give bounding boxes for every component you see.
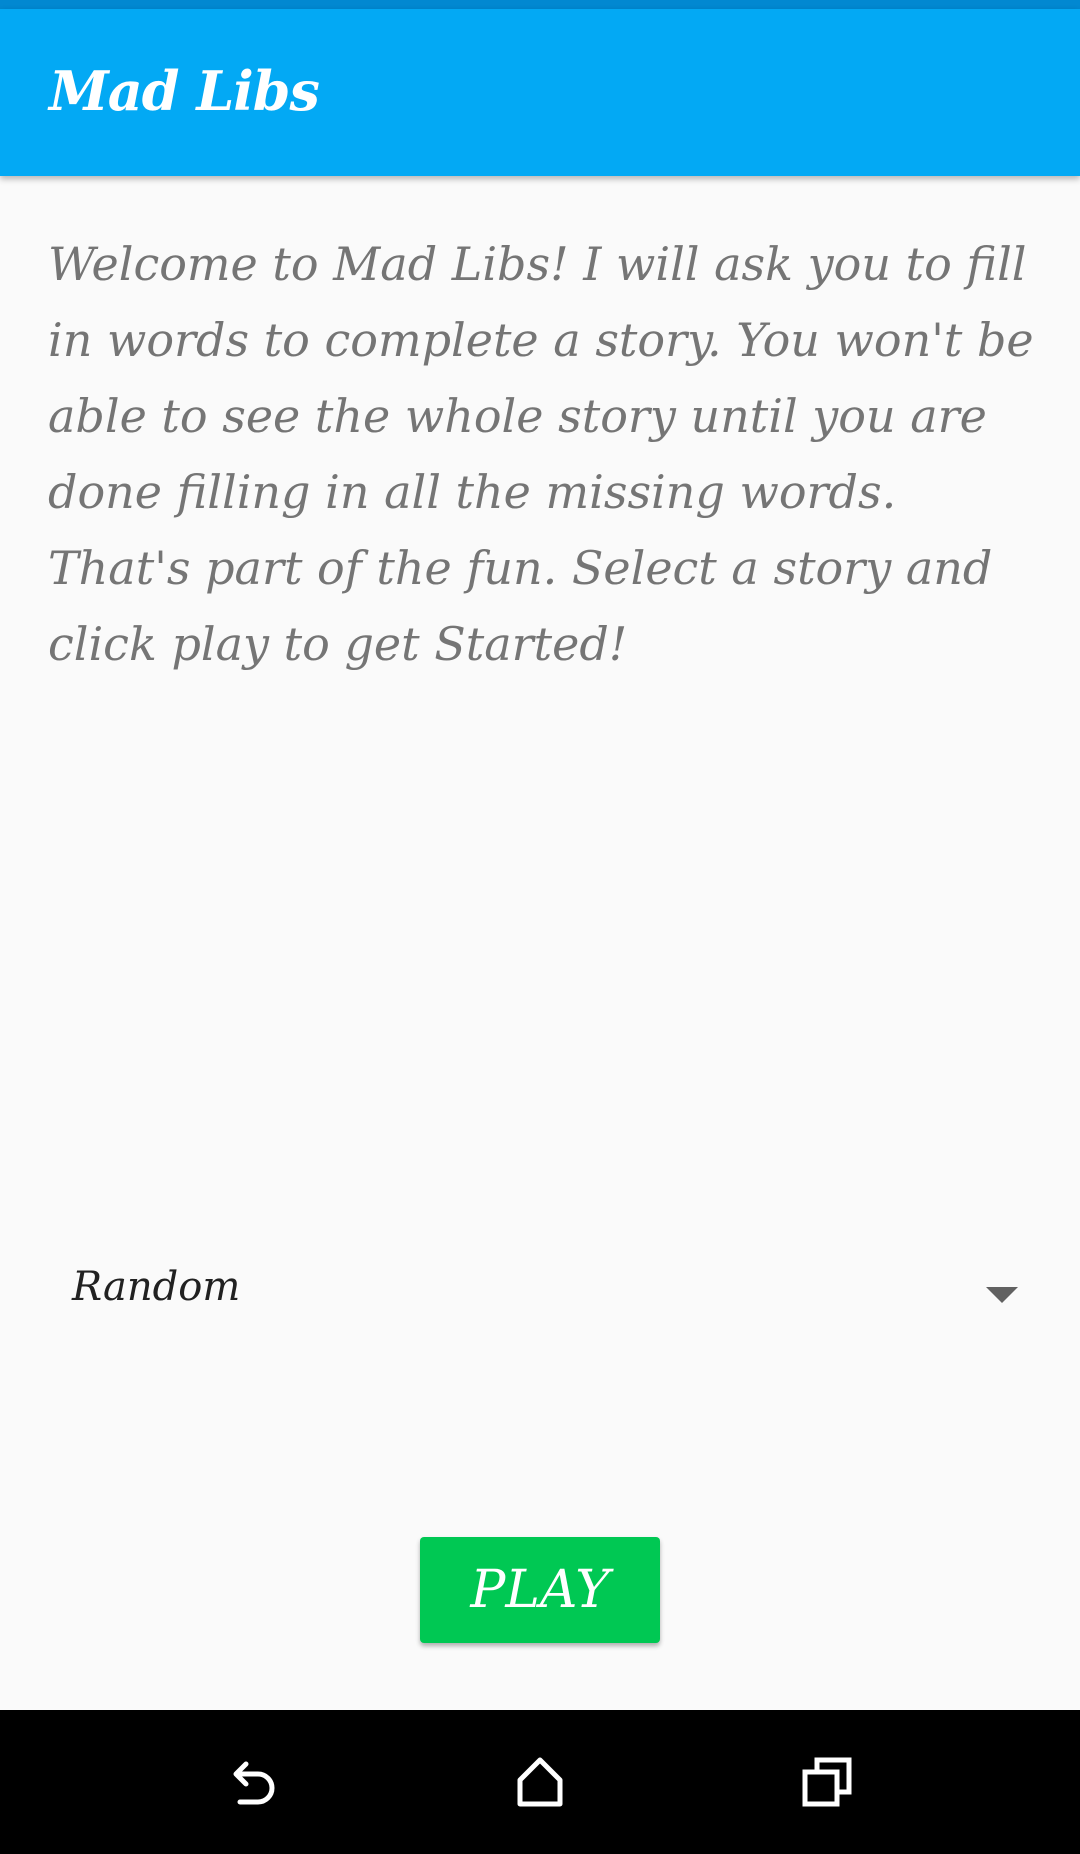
intro-text: Welcome to Mad Libs! I will ask you to f… — [48, 237, 1034, 671]
recents-button[interactable] — [797, 1752, 857, 1812]
navigation-bar — [0, 1710, 1080, 1854]
recents-icon — [802, 1757, 852, 1807]
play-button[interactable]: PLAY — [420, 1537, 660, 1643]
app-bar: Mad Libs — [0, 9, 1080, 176]
status-bar — [0, 0, 1080, 9]
dropdown-arrow-icon — [986, 1287, 1018, 1303]
app-title: Mad Libs — [49, 59, 320, 123]
main-content: Welcome to Mad Libs! I will ask you to f… — [0, 176, 1080, 1710]
home-button[interactable] — [510, 1752, 570, 1812]
back-button[interactable] — [222, 1752, 282, 1812]
story-selector-value: Random — [72, 1264, 241, 1310]
back-icon — [233, 1761, 275, 1805]
home-icon — [517, 1757, 563, 1807]
story-selector[interactable]: Random — [48, 1239, 1032, 1349]
